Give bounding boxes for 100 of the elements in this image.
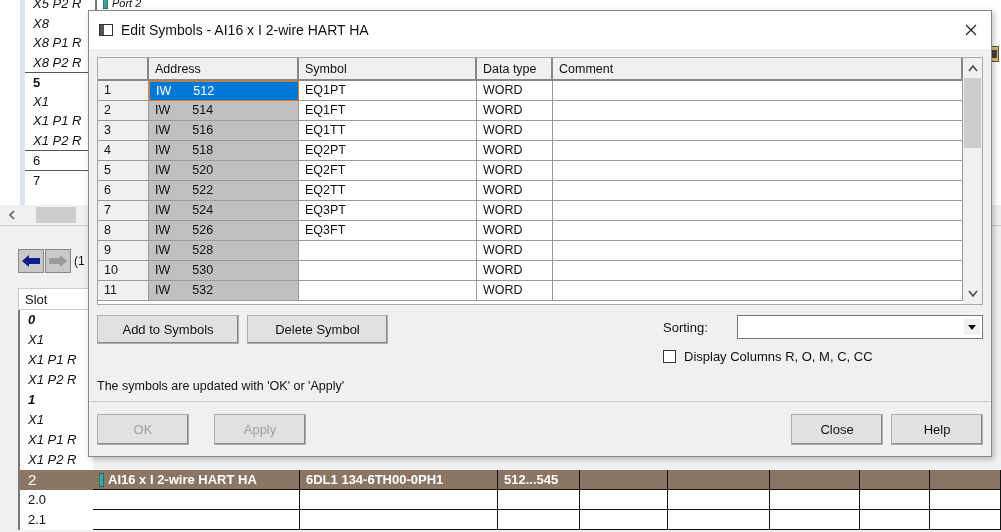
address-area: IW (155, 101, 171, 120)
comment-cell[interactable] (553, 221, 963, 241)
address-cell[interactable]: IW 532 (149, 281, 299, 301)
comment-cell[interactable] (553, 101, 963, 121)
dialog-button[interactable]: Help (891, 414, 983, 445)
symbol-cell[interactable]: EQ1PT (299, 81, 477, 101)
checkbox-label: Display Columns R, O, M, C, CC (684, 349, 873, 364)
data-type-cell: WORD (477, 161, 553, 181)
address-number: 530 (192, 262, 214, 279)
address-area: IW (155, 241, 171, 260)
address-area: IW (155, 281, 171, 300)
table-cell (930, 510, 1001, 530)
scroll-thumb[interactable] (36, 207, 76, 223)
window-title: Edit Symbols - AI16 x I 2-wire HART HA (121, 22, 369, 38)
action-button[interactable]: Delete Symbol (247, 315, 388, 344)
address-area: IW (155, 141, 171, 160)
data-type-cell: WORD (477, 241, 553, 261)
symbol-cell[interactable]: EQ1FT (299, 101, 477, 121)
address-cell[interactable]: IW 524 (149, 201, 299, 221)
slot-cell[interactable]: 2 (18, 470, 93, 490)
vertical-scrollbar[interactable] (963, 58, 982, 304)
data-type-cell: WORD (477, 141, 553, 161)
column-header[interactable]: Data type (477, 58, 553, 81)
address-cell[interactable]: IW 516 (149, 121, 299, 141)
address-cell[interactable]: IW 530 (149, 261, 299, 281)
symbol-cell[interactable]: EQ1TT (299, 121, 477, 141)
data-type-cell: WORD (477, 221, 553, 241)
table-cell (860, 490, 930, 510)
checkbox[interactable] (663, 350, 676, 363)
address-number: 532 (192, 282, 214, 299)
address-area: IW (155, 201, 171, 220)
sorting-label: Sorting: (663, 319, 709, 335)
address-number: 528 (192, 242, 214, 259)
address-area: IW (155, 181, 171, 200)
address-area: IW (155, 261, 171, 280)
table-cell (860, 470, 930, 490)
table-cell (930, 470, 1001, 490)
symbol-cell[interactable] (299, 281, 477, 301)
row-number: 8 (98, 221, 149, 241)
address-cell[interactable]: IW 520 (149, 161, 299, 181)
address-area: IW (155, 161, 171, 180)
comment-cell[interactable] (553, 141, 963, 161)
address-area: IW (156, 82, 172, 100)
table-cell: AI16 x I 2-wire HART HA (93, 470, 300, 490)
row-number: 6 (98, 181, 149, 201)
address-cell[interactable]: IW 528 (149, 241, 299, 261)
address-cell[interactable]: IW 522 (149, 181, 299, 201)
comment-cell[interactable] (553, 161, 963, 181)
comment-cell[interactable] (553, 281, 963, 301)
column-header: Slot (18, 288, 90, 310)
address-number: 518 (192, 142, 214, 159)
address-number: 514 (192, 102, 214, 119)
symbol-cell[interactable] (299, 241, 477, 261)
comment-cell[interactable] (553, 241, 963, 261)
scroll-thumb[interactable] (964, 78, 981, 148)
slot-cell[interactable]: X1 P2 R (18, 450, 93, 470)
address-cell[interactable]: IW 526 (149, 221, 299, 241)
rack-label: (1 (74, 254, 85, 268)
address-number: 524 (192, 202, 214, 219)
scroll-left-icon[interactable] (8, 210, 16, 220)
dialog-button[interactable]: Close (791, 414, 883, 445)
action-button[interactable]: Add to Symbols (97, 315, 239, 344)
comment-cell[interactable] (553, 81, 963, 101)
scroll-down-icon[interactable] (967, 290, 978, 298)
row-number: 10 (98, 261, 149, 281)
close-icon[interactable] (965, 24, 977, 36)
row-number: 9 (98, 241, 149, 261)
data-type-cell: WORD (477, 281, 553, 301)
data-type-cell: WORD (477, 121, 553, 141)
data-type-cell: WORD (477, 201, 553, 221)
data-type-cell: WORD (477, 181, 553, 201)
address-cell[interactable]: IW 514 (149, 101, 299, 121)
comment-cell[interactable] (553, 181, 963, 201)
row-number: 3 (98, 121, 149, 141)
table-cell: 512...545 (498, 470, 580, 490)
table-cell (930, 490, 1001, 510)
address-cell[interactable]: IW 512 (149, 81, 299, 101)
address-number: 512 (193, 83, 215, 100)
comment-cell[interactable] (553, 201, 963, 221)
address-number: 526 (192, 222, 214, 239)
scroll-up-icon[interactable] (967, 64, 978, 72)
address-number: 516 (192, 122, 214, 139)
symbol-cell[interactable]: EQ2TT (299, 181, 477, 201)
port-label: Port 2 (112, 0, 142, 9)
symbol-cell[interactable] (299, 261, 477, 281)
comment-cell[interactable] (553, 121, 963, 141)
symbol-cell[interactable]: EQ3PT (299, 201, 477, 221)
symbol-cell[interactable]: EQ3FT (299, 221, 477, 241)
address-number: 522 (192, 182, 214, 199)
slot-cell[interactable]: 2.1 (18, 510, 93, 530)
sorting-dropdown[interactable] (737, 315, 983, 339)
symbol-cell[interactable]: EQ2PT (299, 141, 477, 161)
symbol-cell[interactable]: EQ2FT (299, 161, 477, 181)
column-header[interactable]: Comment (553, 58, 963, 81)
column-header[interactable]: Symbol (299, 58, 477, 81)
row-number: 1 (98, 81, 149, 101)
module-icon (99, 472, 104, 487)
slot-cell[interactable]: 2.0 (18, 490, 93, 510)
address-cell[interactable]: IW 518 (149, 141, 299, 161)
comment-cell[interactable] (553, 261, 963, 281)
